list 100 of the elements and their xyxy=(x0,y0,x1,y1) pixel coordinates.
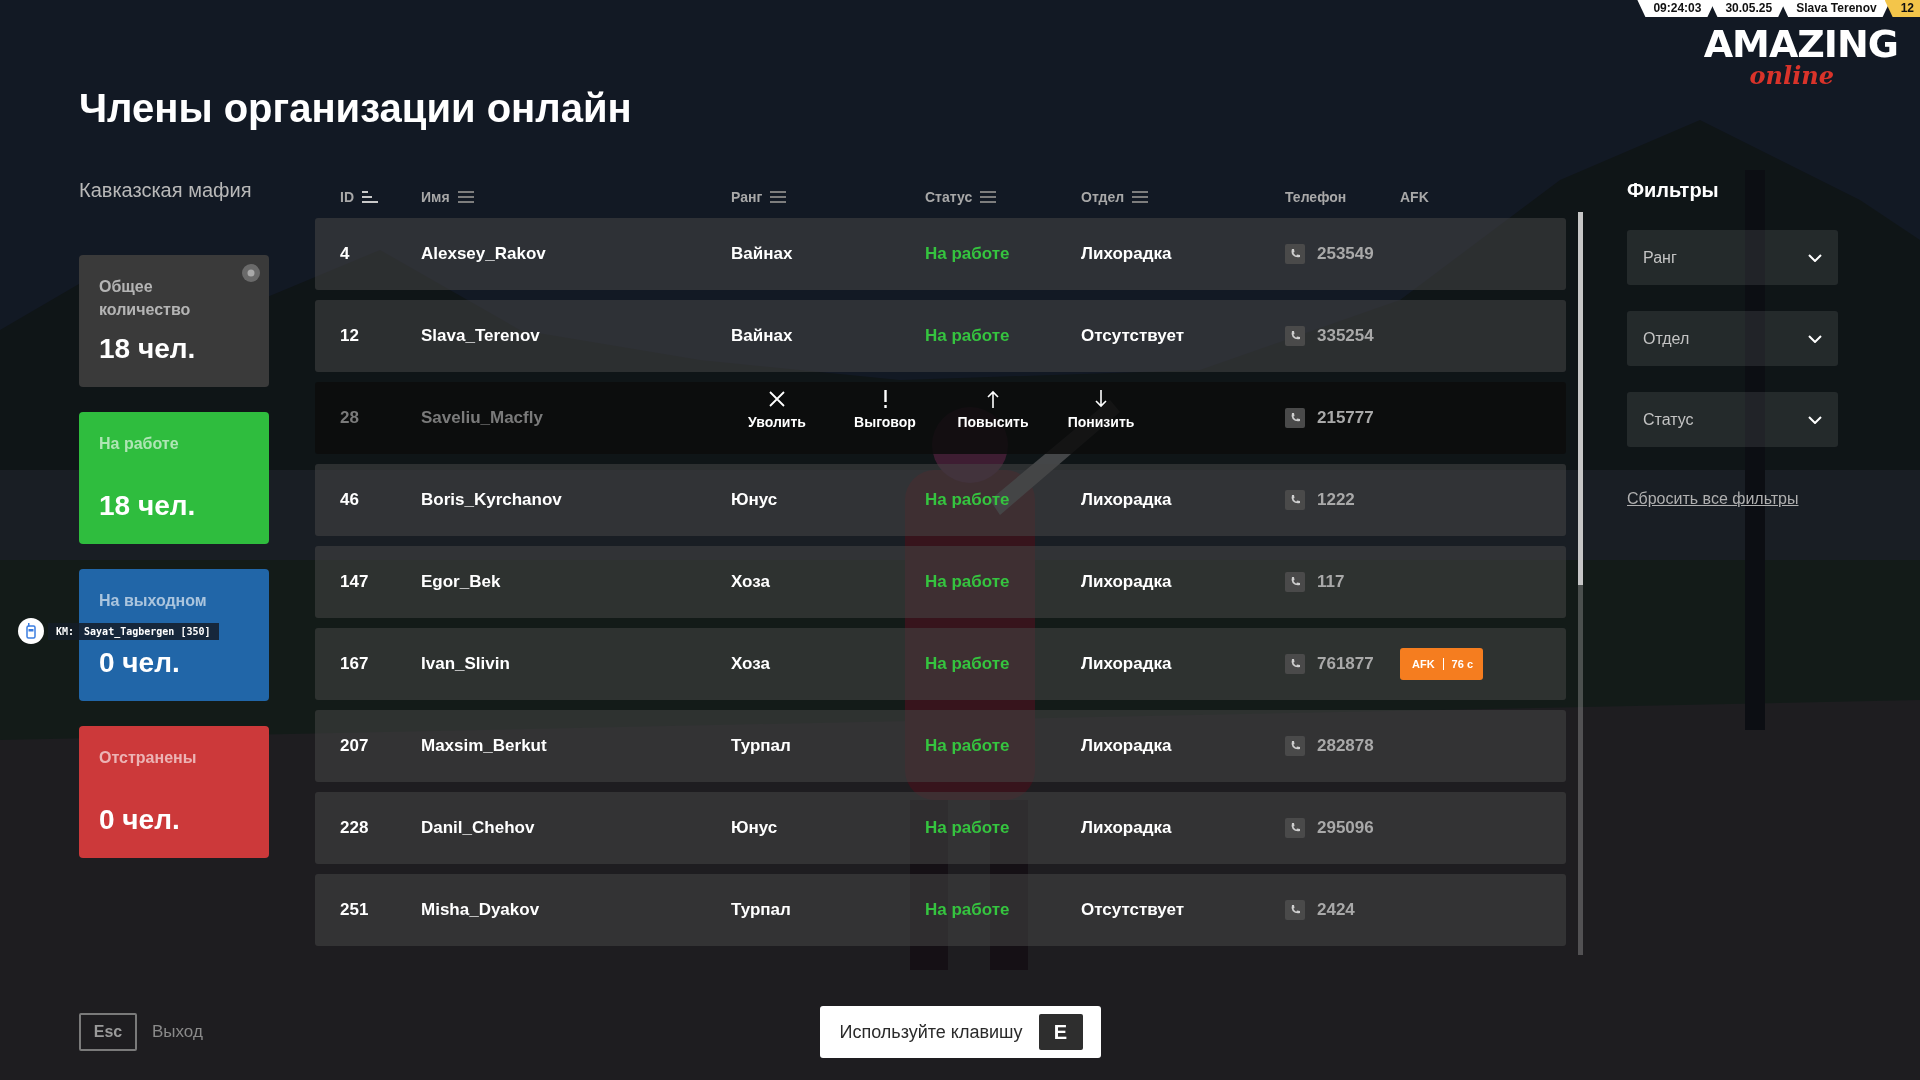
dropdown-label: Отдел xyxy=(1643,329,1690,348)
table-cell: На работе xyxy=(925,736,1010,756)
organization-name: Кавказская мафия xyxy=(79,178,253,203)
phone-icon xyxy=(1285,572,1305,592)
table-row[interactable]: 4 Alexsey_Rakov Вайнах На работе Лихорадка 253549 xyxy=(315,218,1566,290)
table-cell: Хоза xyxy=(731,654,770,674)
dropdown-label: Ранг xyxy=(1643,248,1677,267)
table-cell: 167 xyxy=(340,654,369,674)
column-header: AFK xyxy=(1400,188,1429,205)
radio-sender: Sayat_Tagbergen [350] xyxy=(84,625,211,637)
column-header: Ранг xyxy=(731,188,763,205)
table-cell: 207 xyxy=(340,736,369,756)
table-cell: На работе xyxy=(925,818,1010,838)
table-cell: На работе xyxy=(925,654,1010,674)
radio-channel: КМ: xyxy=(56,625,75,637)
table-cell: Egor_Bek xyxy=(421,572,501,592)
table-cell: 1222 xyxy=(1317,490,1355,510)
table-cell: Отсутствует xyxy=(1081,900,1185,920)
menu-icon xyxy=(1132,190,1149,203)
filters-title: Фильтры xyxy=(1627,178,1719,203)
stat-value: 18 чел. xyxy=(99,490,196,522)
menu-icon xyxy=(980,190,997,203)
table-cell: Лихорадка xyxy=(1081,818,1172,838)
stat-value: 0 чел. xyxy=(99,804,180,836)
dropdown-label: Статус xyxy=(1643,410,1694,429)
column-header: Телефон xyxy=(1285,188,1347,205)
demote-button[interactable]: Понизить xyxy=(1065,390,1137,430)
table-cell: 761877 xyxy=(1317,654,1374,674)
filter-dropdown[interactable]: Статус xyxy=(1627,392,1838,447)
table-cell: Saveliu_Macfly xyxy=(421,408,543,428)
hint-text: Используйте клавишу xyxy=(839,1021,1023,1043)
afk-label: AFK xyxy=(1412,658,1435,670)
table-cell: Юнус xyxy=(731,818,778,838)
table-row[interactable]: 228 Danil_Chehov Юнус На работе Лихорадка 295096 xyxy=(315,792,1566,864)
table-cell: Misha_Dyakov xyxy=(421,900,540,920)
exclamation-icon xyxy=(883,390,887,408)
table-cell: На работе xyxy=(925,572,1010,592)
logo-tagline: online xyxy=(1749,64,1834,88)
table-cell: 2424 xyxy=(1317,900,1355,920)
stat-value: 0 чел. xyxy=(99,647,180,679)
key-cap: E xyxy=(1038,1014,1083,1050)
table-row[interactable]: 28 Saveliu_Macfly Уволить Выговор Повысить Понизить 215777 xyxy=(315,382,1566,454)
promote-button[interactable]: Повысить xyxy=(957,390,1029,430)
stat-value: 18 чел. xyxy=(99,333,196,365)
column-header: ID xyxy=(340,188,354,205)
close-icon xyxy=(768,390,786,408)
filter-dropdown[interactable]: Ранг xyxy=(1627,230,1838,285)
phone-icon xyxy=(1285,736,1305,756)
logo-wordmark: AMAZING xyxy=(1703,24,1898,64)
scrollbar[interactable] xyxy=(1578,212,1583,955)
table-cell: 215777 xyxy=(1317,408,1374,428)
table-cell: На работе xyxy=(925,326,1010,346)
phone-icon xyxy=(1285,490,1305,510)
arrow-up-icon xyxy=(987,390,999,408)
table-cell: На работе xyxy=(925,490,1010,510)
stat-label: На выходном xyxy=(99,591,207,611)
reset-filters-link[interactable]: Сбросить все фильтры xyxy=(1627,489,1799,509)
phone-icon xyxy=(1285,408,1305,428)
table-cell: Danil_Chehov xyxy=(421,818,535,838)
table-cell: Ivan_Slivin xyxy=(421,654,510,674)
table-cell: Вайнах xyxy=(731,326,793,346)
table-cell: 147 xyxy=(340,572,369,592)
table-cell: 4 xyxy=(340,244,350,264)
filter-dropdown[interactable]: Отдел xyxy=(1627,311,1838,366)
reprimand-button[interactable]: Выговор xyxy=(849,390,921,430)
table-row[interactable]: 12 Slava_Terenov Вайнах На работе Отсутствует 335254 xyxy=(315,300,1566,372)
table-row[interactable]: 251 Misha_Dyakov Турпал На работе Отсутствует 2424 xyxy=(315,874,1566,946)
esc-key[interactable]: Esc xyxy=(79,1013,137,1051)
table-row[interactable]: 147 Egor_Bek Хоза На работе Лихорадка 117 xyxy=(315,546,1566,618)
table-row[interactable]: 46 Boris_Kyrchanov Юнус На работе Лихорадка 1222 xyxy=(315,464,1566,536)
menu-icon xyxy=(770,190,787,203)
sort-icon xyxy=(362,190,378,203)
stat-label: На работе xyxy=(99,434,179,454)
column-header: Отдел xyxy=(1081,188,1125,205)
phone-icon xyxy=(1285,900,1305,920)
chevron-down-icon xyxy=(1808,334,1822,343)
table-cell: Турпал xyxy=(731,736,791,756)
phone-icon xyxy=(1285,654,1305,674)
table-cell: 12 xyxy=(340,326,359,346)
table-cell: 251 xyxy=(340,900,369,920)
table-cell: Вайнах xyxy=(731,244,793,264)
table-row[interactable]: 167 Ivan_Slivin Хоза На работе Лихорадка 761877 AFK 76 с xyxy=(315,628,1566,700)
table-cell: Лихорадка xyxy=(1081,654,1172,674)
stat-label: Общее количество xyxy=(99,277,192,320)
column-header: Статус xyxy=(925,188,973,205)
table-cell: 28 xyxy=(340,408,359,428)
table-cell: Лихорадка xyxy=(1081,490,1172,510)
table-row[interactable]: 207 Maxsim_Berkut Турпал На работе Лихорадка 282878 xyxy=(315,710,1566,782)
table-cell: 335254 xyxy=(1317,326,1374,346)
table-cell: 295096 xyxy=(1317,818,1374,838)
phone-icon xyxy=(1285,244,1305,264)
column-header: Имя xyxy=(421,188,450,205)
table-cell: Лихорадка xyxy=(1081,736,1172,756)
dismiss-button[interactable]: Уволить xyxy=(741,390,813,430)
table-cell: 253549 xyxy=(1317,244,1374,264)
phone-icon xyxy=(1285,326,1305,346)
table-cell: 282878 xyxy=(1317,736,1374,756)
walkie-talkie-icon xyxy=(18,618,44,644)
table-cell: Лихорадка xyxy=(1081,572,1172,592)
table-cell: Alexsey_Rakov xyxy=(421,244,546,264)
